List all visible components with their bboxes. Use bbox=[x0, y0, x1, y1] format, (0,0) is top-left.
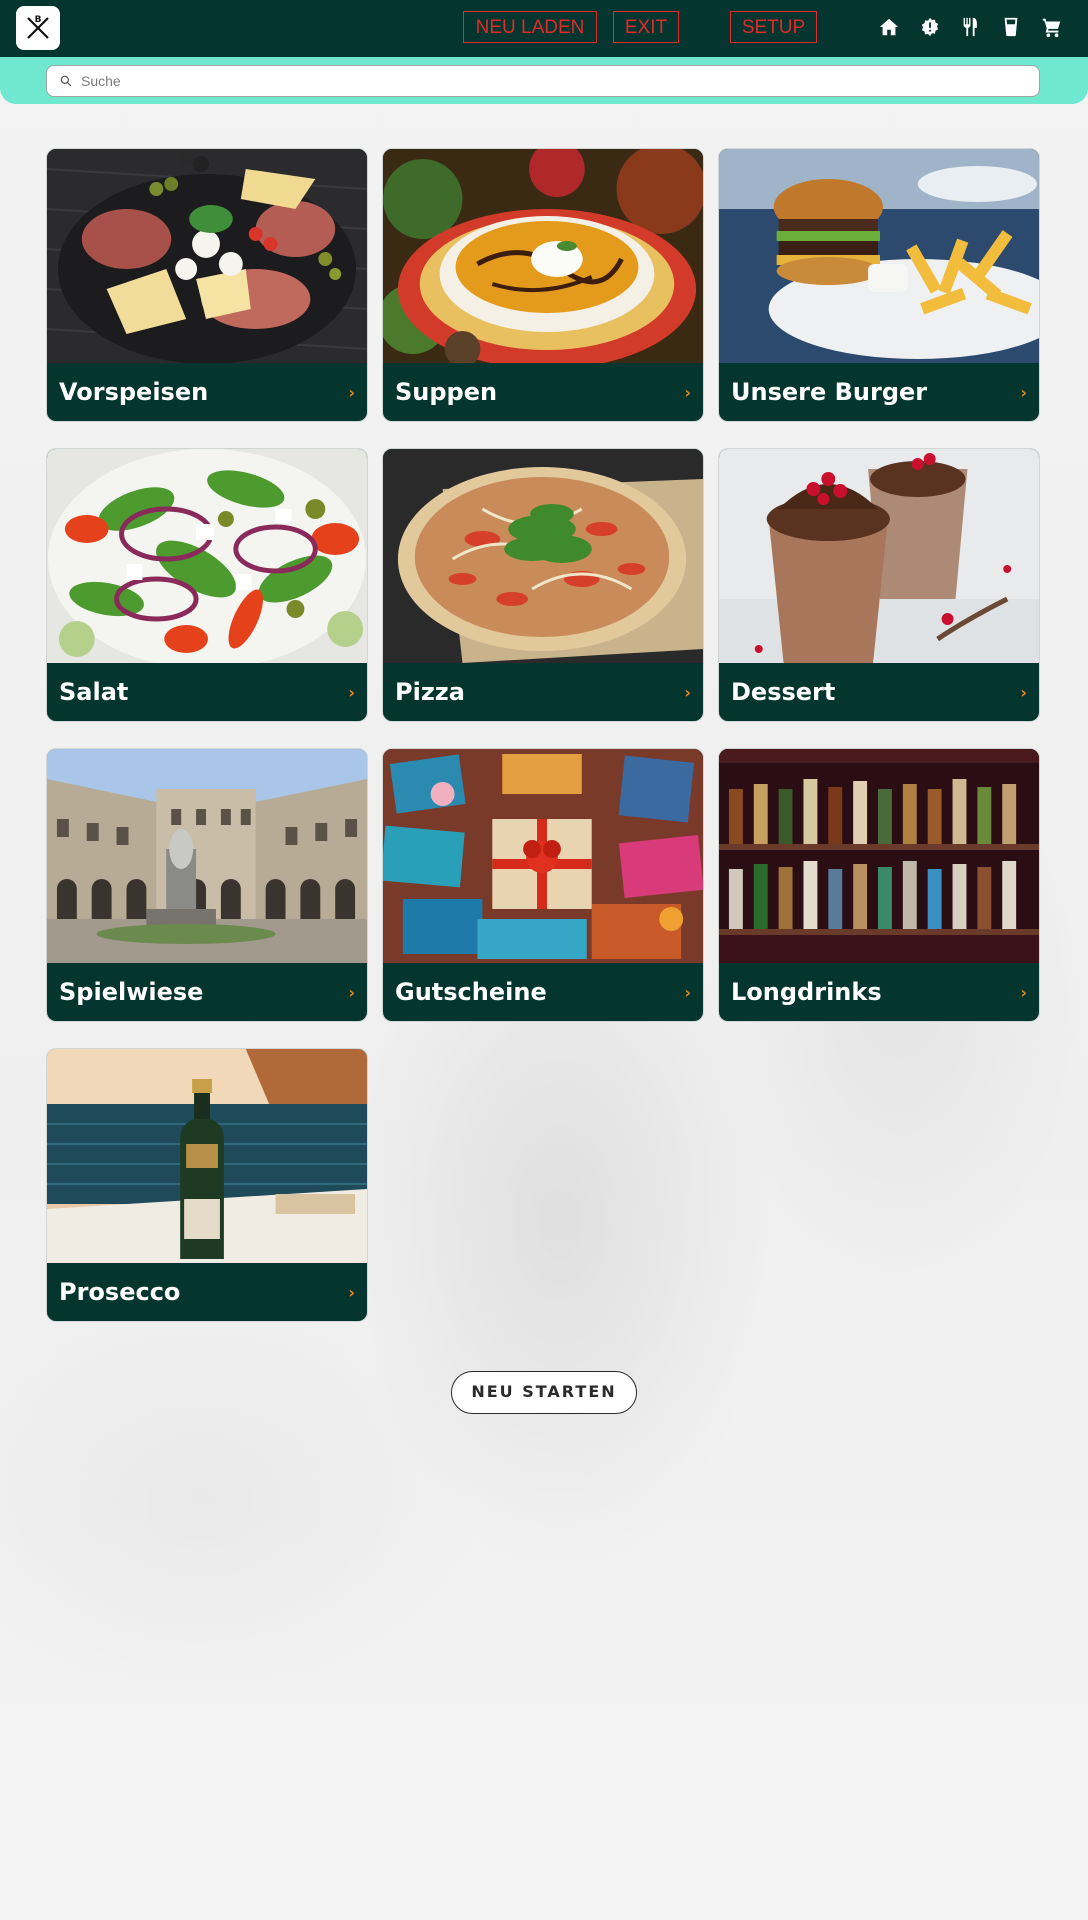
category-bar: Suppen › bbox=[383, 363, 703, 421]
category-card-vorspeisen[interactable]: Vorspeisen › bbox=[46, 148, 368, 422]
category-bar: Gutscheine › bbox=[383, 963, 703, 1021]
category-image bbox=[47, 1049, 367, 1263]
category-bar: Salat › bbox=[47, 663, 367, 721]
chevron-right-icon: › bbox=[1020, 682, 1027, 702]
category-image bbox=[383, 449, 703, 663]
category-title: Pizza bbox=[395, 678, 465, 706]
neu-starten-button[interactable]: NEU STARTEN bbox=[451, 1371, 637, 1414]
search-icon bbox=[60, 75, 72, 87]
category-bar: Prosecco › bbox=[47, 1263, 367, 1321]
cart-icon[interactable] bbox=[1039, 14, 1065, 40]
chevron-right-icon: › bbox=[348, 1282, 355, 1302]
chevron-right-icon: › bbox=[1020, 382, 1027, 402]
category-title: Dessert bbox=[731, 678, 836, 706]
settings-icon[interactable] bbox=[917, 14, 943, 40]
category-card-dessert[interactable]: Dessert › bbox=[718, 448, 1040, 722]
category-card-suppen[interactable]: Suppen › bbox=[382, 148, 704, 422]
category-title: Suppen bbox=[395, 378, 498, 406]
logo-icon: B bbox=[22, 12, 54, 44]
category-card-prosecco[interactable]: Prosecco › bbox=[46, 1048, 368, 1322]
category-image bbox=[383, 749, 703, 963]
exit-button[interactable]: EXIT bbox=[613, 11, 679, 43]
category-bar: Dessert › bbox=[719, 663, 1039, 721]
category-card-gutscheine[interactable]: Gutscheine › bbox=[382, 748, 704, 1022]
category-bar: Pizza › bbox=[383, 663, 703, 721]
chevron-right-icon: › bbox=[348, 682, 355, 702]
category-title: Longdrinks bbox=[731, 978, 882, 1006]
category-grid: Vorspeisen › Suppen › Unsere Burger › Sa… bbox=[46, 148, 1042, 1322]
category-card-unsere-burger[interactable]: Unsere Burger › bbox=[718, 148, 1040, 422]
drink-icon[interactable] bbox=[998, 14, 1024, 40]
neu-laden-button[interactable]: NEU LADEN bbox=[463, 11, 597, 43]
chevron-right-icon: › bbox=[684, 682, 691, 702]
food-icon[interactable] bbox=[957, 14, 983, 40]
category-title: Spielwiese bbox=[59, 978, 204, 1006]
category-image bbox=[47, 149, 367, 363]
category-title: Salat bbox=[59, 678, 129, 706]
category-title: Vorspeisen bbox=[59, 378, 209, 406]
chevron-right-icon: › bbox=[348, 982, 355, 1002]
category-image bbox=[719, 149, 1039, 363]
search-box bbox=[46, 65, 1040, 97]
category-bar: Longdrinks › bbox=[719, 963, 1039, 1021]
category-card-longdrinks[interactable]: Longdrinks › bbox=[718, 748, 1040, 1022]
category-bar: Unsere Burger › bbox=[719, 363, 1039, 421]
chevron-right-icon: › bbox=[1020, 982, 1027, 1002]
category-image bbox=[383, 149, 703, 363]
category-image bbox=[719, 749, 1039, 963]
chevron-right-icon: › bbox=[348, 382, 355, 402]
chevron-right-icon: › bbox=[684, 982, 691, 1002]
category-card-spielwiese[interactable]: Spielwiese › bbox=[46, 748, 368, 1022]
category-card-pizza[interactable]: Pizza › bbox=[382, 448, 704, 722]
category-bar: Spielwiese › bbox=[47, 963, 367, 1021]
setup-button[interactable]: SETUP bbox=[730, 11, 817, 43]
category-image bbox=[719, 449, 1039, 663]
search-input[interactable] bbox=[79, 72, 1023, 90]
top-bar: B NEU LADEN EXIT SETUP bbox=[0, 0, 1088, 57]
search-band bbox=[0, 52, 1088, 104]
home-icon[interactable] bbox=[876, 14, 902, 40]
chevron-right-icon: › bbox=[684, 382, 691, 402]
category-title: Gutscheine bbox=[395, 978, 547, 1006]
category-bar: Vorspeisen › bbox=[47, 363, 367, 421]
category-image bbox=[47, 749, 367, 963]
logo[interactable]: B bbox=[16, 6, 60, 50]
category-card-salat[interactable]: Salat › bbox=[46, 448, 368, 722]
category-image bbox=[47, 449, 367, 663]
category-title: Unsere Burger bbox=[731, 378, 928, 406]
logo-letter: B bbox=[35, 15, 42, 25]
category-title: Prosecco bbox=[59, 1278, 181, 1306]
